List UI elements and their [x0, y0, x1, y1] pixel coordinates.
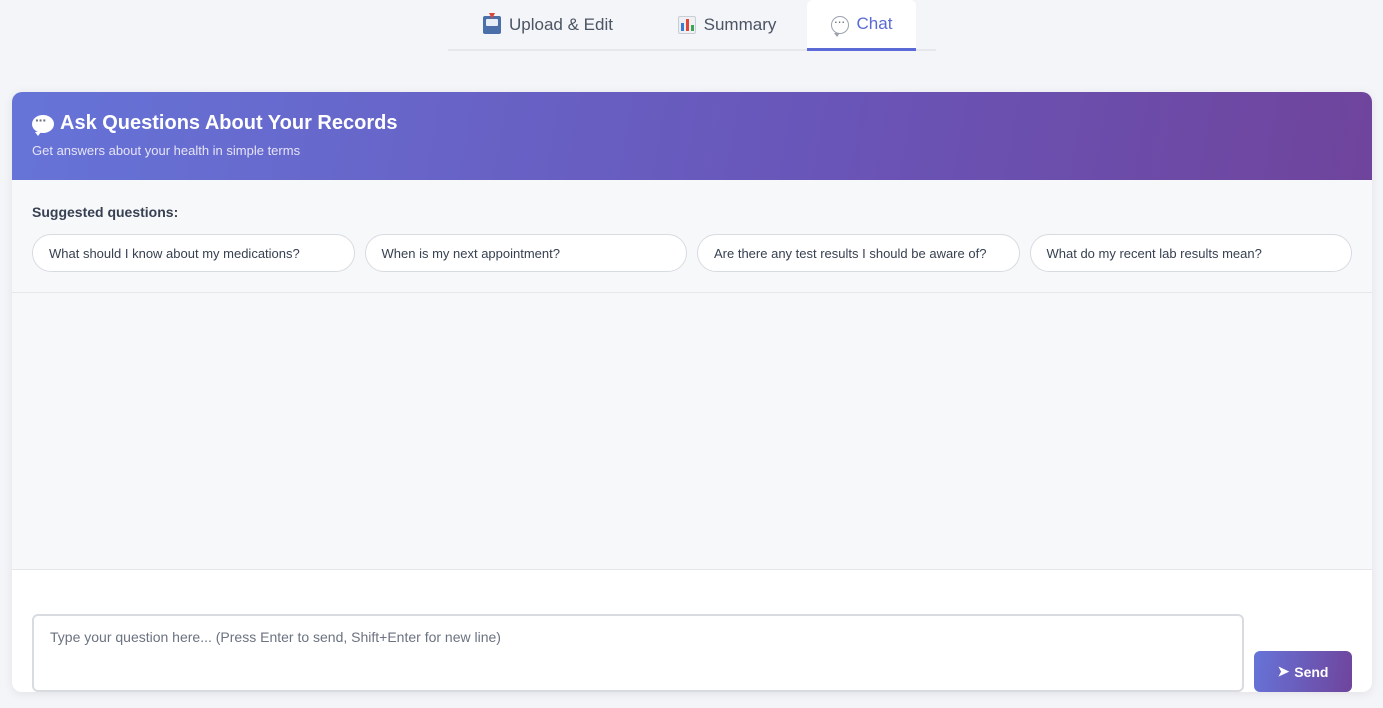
suggestion-chips: What should I know about my medications?…	[32, 234, 1352, 272]
speech-bubble-icon	[32, 111, 54, 136]
chat-title: Ask Questions About Your Records	[32, 111, 1352, 136]
tab-summary[interactable]: Summary	[648, 0, 806, 49]
chat-composer: ➤ Send	[12, 570, 1372, 692]
chat-subtitle: Get answers about your health in simple …	[32, 143, 301, 158]
bar-chart-icon	[677, 15, 696, 34]
inbox-tray-icon	[483, 12, 502, 34]
suggested-questions-panel: Suggested questions: What should I know …	[12, 180, 1372, 293]
suggested-questions-label: Suggested questions:	[32, 204, 179, 220]
chat-title-text: Ask Questions About Your Records	[60, 112, 398, 134]
question-input[interactable]	[32, 614, 1244, 692]
suggestion-chip-test-results[interactable]: Are there any test results I should be a…	[697, 234, 1020, 272]
send-icon: ➤	[1277, 663, 1290, 679]
chat-header: Ask Questions About Your Records Get ans…	[12, 92, 1372, 180]
suggestion-chip-appointment[interactable]: When is my next appointment?	[364, 234, 687, 272]
send-button[interactable]: ➤ Send	[1254, 651, 1352, 692]
tab-label: Chat	[856, 14, 893, 33]
composer-row: ➤ Send	[32, 614, 1352, 692]
speech-bubble-icon	[830, 12, 849, 37]
chat-messages-area[interactable]	[12, 293, 1372, 570]
tab-label: Summary	[703, 14, 777, 34]
tab-bar: Upload & Edit Summary Chat	[448, 0, 936, 51]
suggestion-chip-medications[interactable]: What should I know about my medications?	[32, 234, 355, 272]
tab-upload-edit[interactable]: Upload & Edit	[448, 0, 648, 49]
send-button-label: Send	[1294, 663, 1329, 680]
tab-chat[interactable]: Chat	[807, 0, 916, 51]
tab-label: Upload & Edit	[509, 14, 613, 34]
chat-card: Ask Questions About Your Records Get ans…	[12, 92, 1372, 692]
suggestion-chip-lab-results[interactable]: What do my recent lab results mean?	[1029, 234, 1352, 272]
